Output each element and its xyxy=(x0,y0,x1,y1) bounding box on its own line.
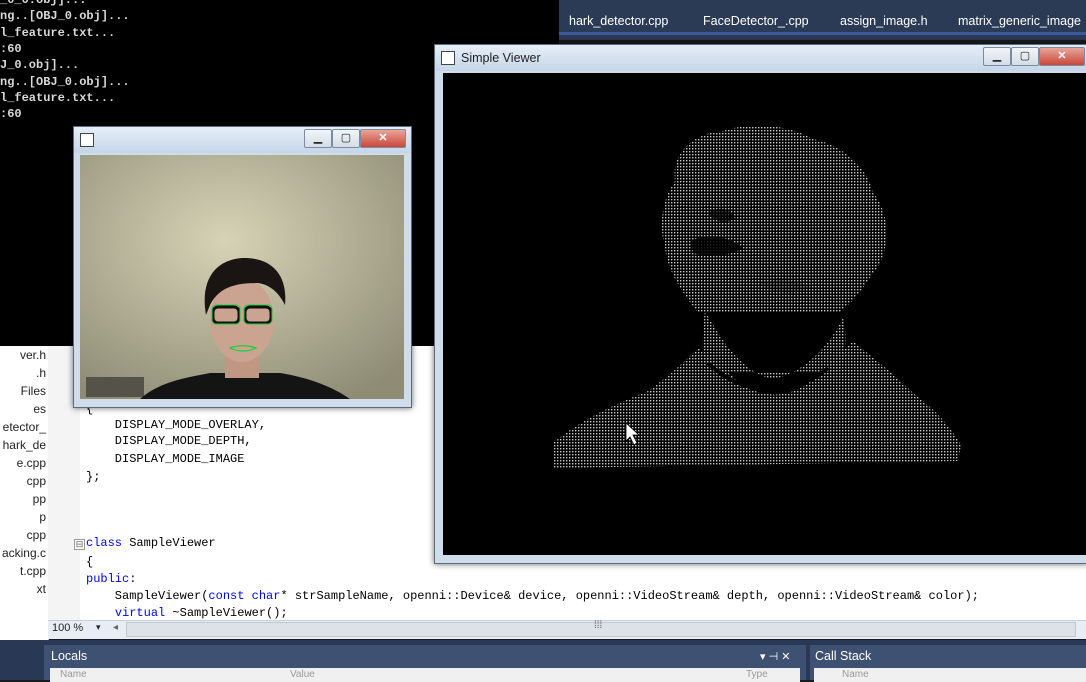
console-line: l_feature.txt... xyxy=(0,25,116,40)
minimize-button[interactable]: ▁ xyxy=(983,47,1011,66)
call-stack-title[interactable]: Call Stack xyxy=(815,649,871,663)
scrollbar-grip-icon[interactable]: ⁞⁞⁞ xyxy=(594,620,602,631)
code-text: ~SampleViewer(); xyxy=(165,606,288,620)
code-line: public: xyxy=(86,572,136,586)
console-line: J_0.obj]... xyxy=(0,58,80,73)
camera-titlebar[interactable]: ▁ ▢ ✕ xyxy=(74,127,411,153)
solution-item[interactable]: p xyxy=(39,510,46,524)
maximize-button[interactable]: ▢ xyxy=(1011,47,1039,66)
code-keyword: const xyxy=(208,589,245,603)
solution-item[interactable]: cpp xyxy=(27,474,46,488)
tab-face-detector[interactable]: FaceDetector_.cpp xyxy=(703,10,809,32)
app-icon xyxy=(80,133,94,147)
code-line: virtual ~SampleViewer(); xyxy=(86,606,288,620)
locals-pane-controls[interactable]: ▾ ⊣ ✕ xyxy=(760,650,790,663)
locals-title[interactable]: Locals xyxy=(51,649,87,663)
minimize-button[interactable]: ▁ xyxy=(304,129,332,148)
close-button[interactable]: ✕ xyxy=(1039,47,1085,66)
code-text: DISPLAY_MODE_DEPTH, xyxy=(86,434,252,448)
solution-item[interactable]: etector_ xyxy=(3,420,46,434)
solution-item[interactable]: xt xyxy=(37,582,46,596)
solution-item[interactable]: hark_de xyxy=(3,438,46,452)
solution-item[interactable]: cpp xyxy=(27,528,46,542)
code-text: SampleViewer xyxy=(122,536,216,550)
simple-viewer-title: Simple Viewer xyxy=(461,51,541,65)
solution-item[interactable]: pp xyxy=(33,492,46,506)
desk-object xyxy=(86,377,144,397)
tab-underline xyxy=(545,32,1086,35)
code-keyword: public xyxy=(86,572,130,586)
console-line: :60 xyxy=(0,41,22,56)
code-text: }; xyxy=(86,470,101,484)
point-cloud-svg xyxy=(553,125,961,468)
code-keyword: char xyxy=(251,589,281,603)
code-text: DISPLAY_MODE_IMAGE xyxy=(86,452,245,466)
depth-point-cloud-view[interactable] xyxy=(443,73,1086,555)
scroll-left-icon[interactable]: ◂ xyxy=(113,622,118,633)
camera-frame-svg xyxy=(80,155,404,399)
app-icon xyxy=(441,51,455,65)
code-keyword: virtual xyxy=(114,606,166,620)
console-scroll-strip xyxy=(545,0,559,44)
code-text: { xyxy=(86,555,94,569)
solution-item[interactable]: Files xyxy=(21,384,46,398)
fold-toggle-icon[interactable]: ⊟ xyxy=(74,539,85,550)
camera-feed xyxy=(80,155,404,399)
simple-viewer-window[interactable]: Simple Viewer ▁ ▢ ✕ xyxy=(434,44,1086,564)
tab-assign-image[interactable]: assign_image.h xyxy=(840,10,928,32)
tab-matrix-generic-image[interactable]: matrix_generic_image xyxy=(958,10,1081,32)
solution-item[interactable]: acking.c xyxy=(2,546,46,560)
code-text: DISPLAY_MODE_OVERLAY, xyxy=(86,418,267,432)
zoom-level[interactable]: 100 % xyxy=(52,622,83,634)
code-text: : xyxy=(129,572,137,586)
code-line: DISPLAY_MODE_OVERLAY, xyxy=(86,418,266,432)
code-line: SampleViewer(const char* strSampleName, … xyxy=(86,589,979,603)
code-line: { xyxy=(86,555,93,569)
solution-item[interactable]: es xyxy=(33,402,46,416)
solution-explorer: ver.h .h Files es etector_ hark_de e.cpp cpp pp p… xyxy=(0,346,49,680)
code-line: }; xyxy=(86,470,100,484)
console-line: l_feature.txt... xyxy=(0,90,116,105)
code-line: DISPLAY_MODE_IMAGE xyxy=(86,452,245,466)
solution-item[interactable]: t.cpp xyxy=(20,564,46,578)
console-line: :60 xyxy=(0,107,22,122)
tab-landmark-detector[interactable]: hark_detector.cpp xyxy=(569,10,668,32)
camera-window[interactable]: ▁ ▢ ✕ xyxy=(73,126,412,408)
code-line: DISPLAY_MODE_DEPTH, xyxy=(86,434,252,448)
code-line: class SampleViewer xyxy=(86,536,216,550)
console-line: ng..[OBJ_0.obj]... xyxy=(0,74,130,89)
simple-viewer-titlebar[interactable]: Simple Viewer ▁ ▢ ✕ xyxy=(435,45,1086,71)
shoulders-cloud xyxy=(553,341,961,468)
console-line: ng..[OBJ_0.obj]... xyxy=(0,9,130,24)
code-text: * strSampleName, openni::Device& device,… xyxy=(280,589,979,603)
code-keyword: class xyxy=(86,536,123,550)
maximize-button[interactable]: ▢ xyxy=(332,129,360,148)
close-button[interactable]: ✕ xyxy=(360,129,406,148)
solution-item[interactable]: e.cpp xyxy=(17,456,46,470)
solution-item[interactable]: ver.h xyxy=(20,348,46,362)
console-line: _0_0.obj]... xyxy=(0,0,87,7)
zoom-dropdown-icon[interactable]: ▾ xyxy=(96,622,101,633)
solution-item[interactable]: .h xyxy=(36,366,46,380)
code-text: SampleViewer( xyxy=(86,589,209,603)
